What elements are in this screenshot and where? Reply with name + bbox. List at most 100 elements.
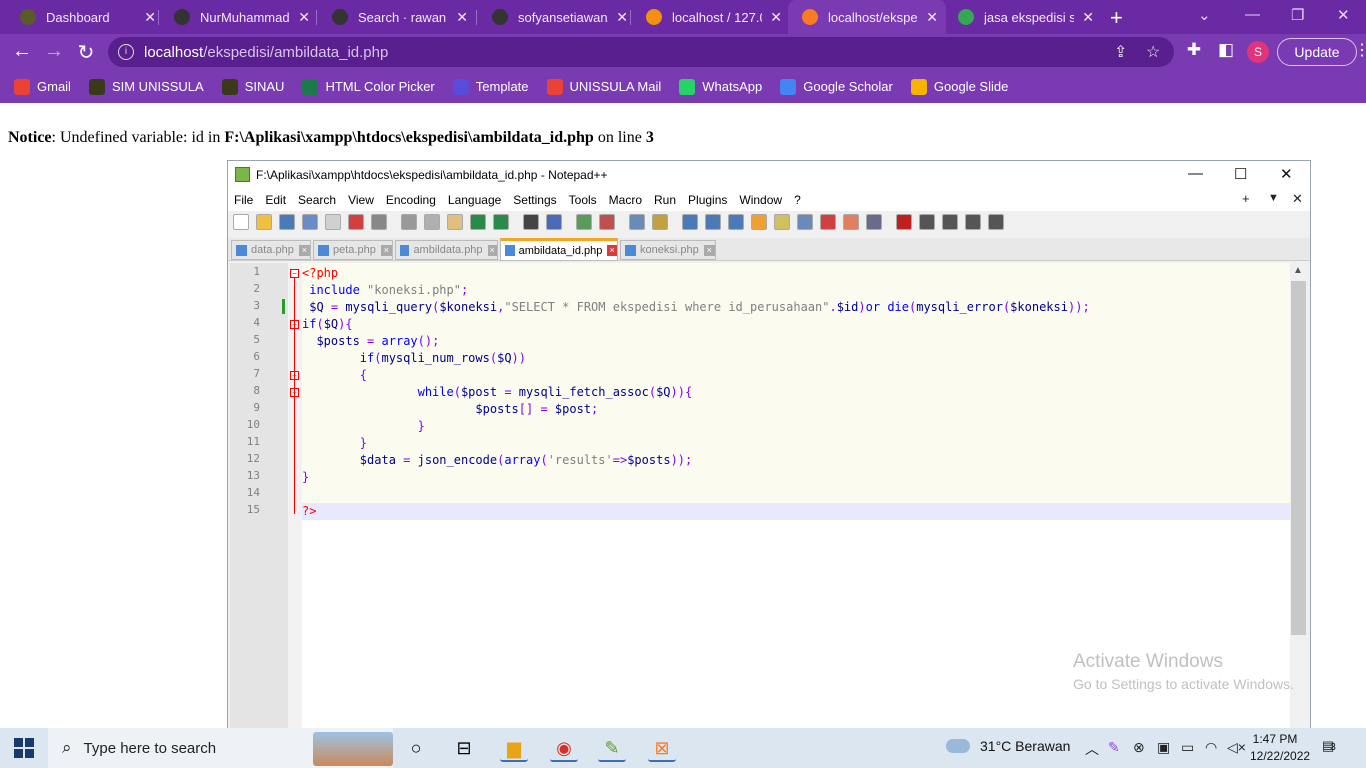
zoom-in-icon[interactable] xyxy=(576,214,592,230)
menu-item[interactable]: File xyxy=(234,193,253,207)
menu-kebab-icon[interactable]: ⋮ xyxy=(1350,40,1366,60)
doc-list-icon[interactable] xyxy=(797,214,813,230)
bookmark-item[interactable]: Gmail xyxy=(14,78,71,95)
cortana-icon[interactable]: ○ xyxy=(402,734,430,762)
zoom-out-icon[interactable] xyxy=(599,214,615,230)
tab-search-icon[interactable]: ⌄ xyxy=(1198,6,1211,24)
code-line[interactable]: $Q = mysqli_query($koneksi,"SELECT * FRO… xyxy=(302,299,1290,316)
browser-tab[interactable]: sofyansetiawan/S ✕ xyxy=(478,0,636,34)
doc-map-icon[interactable] xyxy=(774,214,790,230)
code-line[interactable]: $data = json_encode(array('results'=>$po… xyxy=(302,452,1290,469)
stop-record-icon[interactable] xyxy=(919,214,935,230)
side-panel-icon[interactable]: ◧ xyxy=(1214,40,1238,60)
browser-tab[interactable]: jasa ekspedisi ser ✕ xyxy=(944,0,1102,34)
function-list-icon[interactable] xyxy=(820,214,836,230)
bookmark-item[interactable]: Template xyxy=(452,78,529,95)
close-doc-icon[interactable]: ✕ xyxy=(1292,191,1303,207)
notepad-close-button[interactable]: ✕ xyxy=(1280,165,1293,183)
update-button[interactable]: Update xyxy=(1277,38,1357,66)
file-explorer-icon[interactable]: ▆ xyxy=(500,734,528,762)
udl-icon[interactable] xyxy=(751,214,767,230)
code-line[interactable]: if($Q){ xyxy=(302,316,1290,333)
code-line[interactable]: <?php xyxy=(302,265,1290,282)
file-tab-close-icon[interactable]: × xyxy=(487,244,497,256)
browser-tab[interactable]: localhost / 127.0. ✕ xyxy=(632,0,790,34)
file-tab-close-icon[interactable]: × xyxy=(380,244,392,256)
scroll-up-icon[interactable]: ▲ xyxy=(1293,265,1303,276)
menu-item[interactable]: Encoding xyxy=(386,193,436,207)
replace-icon[interactable] xyxy=(546,214,562,230)
browser-tab[interactable]: Dashboard ✕ xyxy=(6,0,164,34)
code-line[interactable]: ?> xyxy=(302,503,1290,520)
address-bar[interactable]: i localhost/ekspedisi/ambildata_id.php ⇪… xyxy=(108,37,1174,67)
code-line[interactable] xyxy=(302,486,1290,503)
file-tab-close-icon[interactable]: × xyxy=(607,245,617,256)
menu-item[interactable]: Run xyxy=(654,193,676,207)
share-icon[interactable]: ⇪ xyxy=(1114,42,1127,62)
sync-horizontal-icon[interactable] xyxy=(652,214,668,230)
windows-start-icon[interactable] xyxy=(14,738,34,758)
code-line[interactable]: } xyxy=(302,418,1290,435)
file-tab[interactable]: data.php × xyxy=(231,240,311,260)
bookmark-item[interactable]: HTML Color Picker xyxy=(302,78,435,95)
tab-close-icon[interactable]: ✕ xyxy=(616,9,628,26)
new-doc-plus-icon[interactable]: + xyxy=(1242,191,1250,206)
notepad-plus-plus-icon[interactable]: ✎ xyxy=(598,734,626,762)
bookmark-item[interactable]: UNISSULA Mail xyxy=(546,78,661,95)
menu-item[interactable]: Edit xyxy=(265,193,286,207)
menu-item[interactable]: Tools xyxy=(569,193,597,207)
close-icon[interactable] xyxy=(325,214,341,230)
code-line[interactable]: include "koneksi.php"; xyxy=(302,282,1290,299)
tab-close-icon[interactable]: ✕ xyxy=(770,9,782,26)
indent-guide-icon[interactable] xyxy=(728,214,744,230)
site-info-icon[interactable]: i xyxy=(118,44,134,60)
file-tab[interactable]: peta.php × xyxy=(313,240,393,260)
file-tab[interactable]: ambildata_id.php × xyxy=(500,238,618,261)
fold-toggle-icon[interactable]: − xyxy=(290,269,299,278)
copy-icon[interactable] xyxy=(424,214,440,230)
browser-tab[interactable]: Search · rawan ke ✕ xyxy=(318,0,476,34)
find-icon[interactable] xyxy=(523,214,539,230)
reload-icon[interactable]: ↻ xyxy=(74,40,98,65)
menu-item[interactable]: Search xyxy=(298,193,336,207)
battery-icon[interactable]: ▭ xyxy=(1181,739,1194,756)
bookmark-item[interactable]: SINAU xyxy=(221,78,284,95)
network-status-icon[interactable]: ⊗ xyxy=(1133,739,1145,756)
menu-item[interactable]: Settings xyxy=(513,193,556,207)
profile-avatar[interactable]: S xyxy=(1247,41,1269,63)
bookmark-item[interactable]: SIM UNISSULA xyxy=(88,78,204,95)
back-arrow-icon[interactable]: ← xyxy=(10,40,34,63)
browser-tab[interactable]: localhost/ekspedi ✕ xyxy=(788,0,946,34)
menu-item[interactable]: Window xyxy=(739,193,782,207)
word-wrap-icon[interactable] xyxy=(682,214,698,230)
browser-tab[interactable]: NurMuhammadS ✕ xyxy=(160,0,318,34)
paste-icon[interactable] xyxy=(447,214,463,230)
folder-workspace-icon[interactable] xyxy=(843,214,859,230)
taskbar-search[interactable]: ⌕ Type here to search xyxy=(48,728,393,768)
tray-chevron-icon[interactable]: ︿ xyxy=(1085,739,1099,759)
save-icon[interactable] xyxy=(279,214,295,230)
tab-list-down-icon[interactable]: ▼ xyxy=(1268,192,1279,204)
task-view-icon[interactable]: ⊟ xyxy=(450,734,478,762)
tab-close-icon[interactable]: ✕ xyxy=(298,9,310,26)
pen-icon[interactable]: ✎ xyxy=(1108,739,1120,756)
undo-icon[interactable] xyxy=(470,214,486,230)
code-line[interactable]: while($post = mysqli_fetch_assoc($Q)){ xyxy=(302,384,1290,401)
code-line[interactable]: $posts[] = $post; xyxy=(302,401,1290,418)
menu-item[interactable]: Plugins xyxy=(688,193,727,207)
tab-close-icon[interactable]: ✕ xyxy=(1082,9,1094,26)
bookmark-item[interactable]: Google Scholar xyxy=(780,78,893,95)
file-tab[interactable]: koneksi.php × xyxy=(620,240,716,260)
cut-icon[interactable] xyxy=(401,214,417,230)
bookmark-star-icon[interactable]: ☆ xyxy=(1146,42,1160,62)
redo-icon[interactable] xyxy=(493,214,509,230)
tab-close-icon[interactable]: ✕ xyxy=(456,9,468,26)
record-macro-icon[interactable] xyxy=(896,214,912,230)
menu-item[interactable]: Macro xyxy=(609,193,642,207)
volume-muted-icon[interactable]: ◁× xyxy=(1227,739,1246,756)
scrollbar-thumb[interactable] xyxy=(1291,281,1306,635)
code-line[interactable]: { xyxy=(302,367,1290,384)
xampp-icon[interactable]: ⊠ xyxy=(648,734,676,762)
save-macro-icon[interactable] xyxy=(988,214,1004,230)
system-clock[interactable]: 1:47 PM 12/22/2022 xyxy=(1250,731,1310,765)
